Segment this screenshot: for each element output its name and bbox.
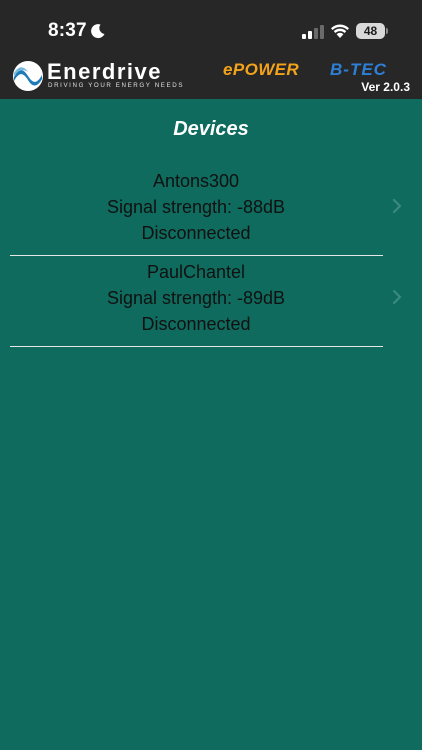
device-connection-status: Disconnected (141, 223, 251, 243)
device-info: PaulChantel Signal strength: -89dB Disco… (0, 259, 392, 337)
enerdrive-logo-icon (13, 61, 43, 91)
product-name-btec: B-TEC (330, 60, 387, 79)
device-name: PaulChantel (146, 262, 246, 282)
device-signal-strength: Signal strength: -89dB (106, 288, 286, 308)
device-connection-status: Disconnected (141, 314, 251, 334)
header-bar: 8:37 48 Enerdrive DRIVING YOUR ENERGY NE… (0, 0, 422, 99)
row-divider (10, 346, 383, 347)
brand-tagline: DRIVING YOUR ENERGY NEEDS (48, 82, 185, 89)
battery-icon: 48 (356, 23, 385, 39)
moon-icon (91, 24, 105, 39)
app-screen: 8:37 48 Enerdrive DRIVING YOUR ENERGY NE… (0, 0, 422, 750)
device-list: Antons300 Signal strength: -88dB Disconn… (0, 165, 422, 347)
wifi-icon (331, 24, 349, 38)
device-info: Antons300 Signal strength: -88dB Disconn… (0, 168, 392, 246)
app-version: Ver 2.0.3 (361, 80, 410, 94)
status-time: 8:37 (48, 20, 87, 41)
device-row-paulchantel[interactable]: PaulChantel Signal strength: -89dB Disco… (0, 256, 422, 347)
chevron-right-icon (392, 198, 402, 214)
brand-name: Enerdrive (47, 59, 162, 84)
page-title: Devices (173, 118, 249, 140)
device-signal-strength: Signal strength: -88dB (106, 197, 286, 217)
chevron-right-icon (392, 289, 402, 305)
battery-tip (386, 28, 388, 34)
cellular-signal-icon (302, 25, 324, 39)
product-name-epower: ePOWER (223, 60, 300, 79)
device-name: Antons300 (152, 171, 240, 191)
device-row-antons300[interactable]: Antons300 Signal strength: -88dB Disconn… (0, 165, 422, 256)
